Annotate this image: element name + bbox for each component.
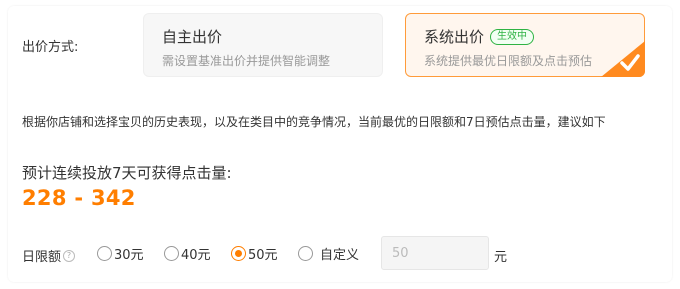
suggestion-text: 根据你店铺和选择宝贝的历史表现，以及在类目中的竞争情况，当前最优的日限额和7日预… — [22, 115, 606, 129]
daily-limit-option-50[interactable]: 50元 — [231, 244, 278, 263]
daily-limit-label-group: 日限额 ? — [22, 246, 76, 265]
daily-limit-label: 日限额 — [22, 250, 62, 265]
daily-limit-option-custom[interactable]: 自定义 — [298, 244, 359, 263]
currency-unit: 元 — [494, 250, 508, 265]
manual-bid-description: 需设置基准出价并提供智能调整 — [162, 54, 331, 68]
system-bid-option[interactable]: 系统出价 生效中 系统提供最优日限额及点击预估 — [405, 13, 645, 77]
manual-bid-option[interactable]: 自主出价 需设置基准出价并提供智能调整 — [143, 13, 383, 77]
radio-button[interactable] — [97, 246, 112, 261]
bid-method-label: 出价方式: — [22, 40, 79, 55]
radio-button-selected[interactable] — [231, 246, 246, 261]
help-circle-icon[interactable]: ? — [63, 249, 76, 262]
estimate-click-range: 228 - 342 — [22, 186, 136, 210]
radio-button[interactable] — [164, 246, 179, 261]
selected-check-icon — [601, 41, 645, 77]
daily-limit-option-label: 40元 — [181, 248, 211, 263]
system-bid-title: 系统出价 — [424, 28, 485, 46]
daily-limit-option-label: 30元 — [114, 248, 144, 263]
estimate-title: 预计连续投放7天可获得点击量: — [22, 164, 232, 182]
custom-daily-limit-input[interactable] — [381, 236, 489, 270]
radio-button[interactable] — [298, 246, 313, 261]
daily-limit-option-label: 自定义 — [320, 248, 360, 263]
daily-limit-option-40[interactable]: 40元 — [164, 244, 211, 263]
daily-limit-row: 日限额 ? 30元 40元 50元 自定义 元 — [22, 236, 662, 272]
daily-limit-option-label: 50元 — [248, 248, 278, 263]
daily-limit-option-30[interactable]: 30元 — [97, 244, 144, 263]
manual-bid-title: 自主出价 — [162, 28, 223, 46]
active-status-badge: 生效中 — [490, 28, 535, 45]
